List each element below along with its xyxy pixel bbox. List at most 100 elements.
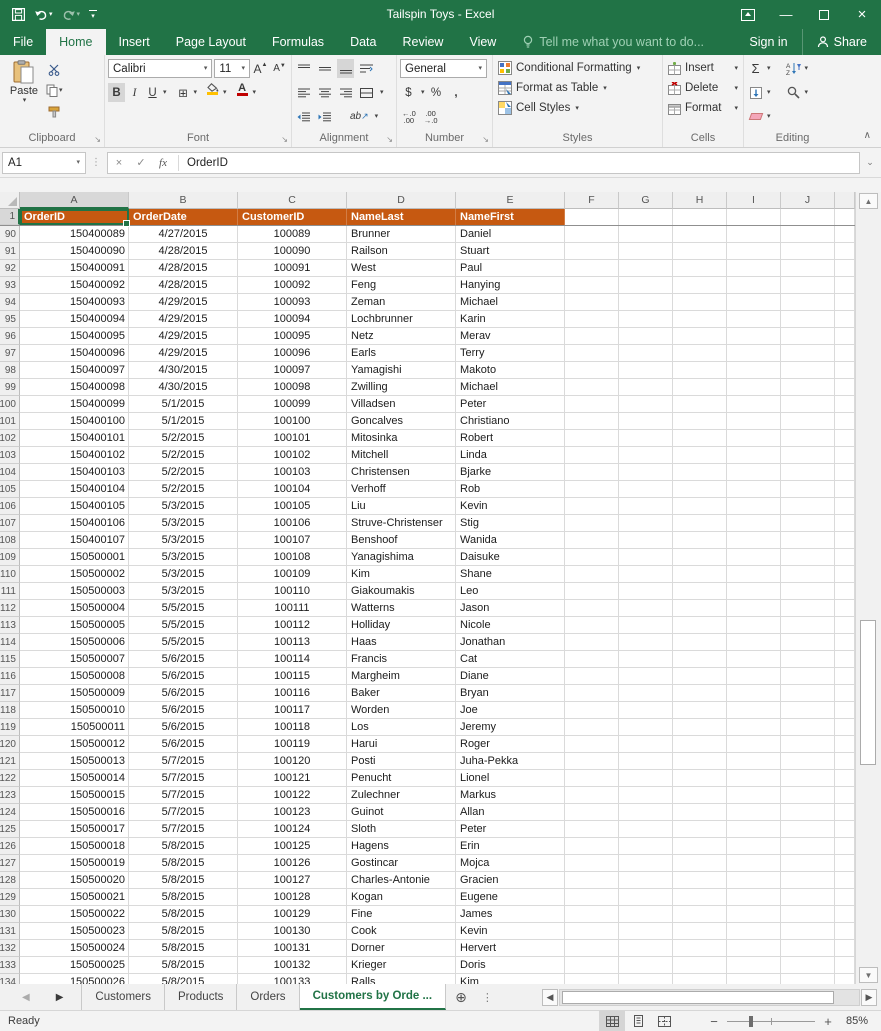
decrease-indent-button[interactable]: [295, 107, 312, 126]
top-align-button[interactable]: [295, 59, 312, 78]
cell[interactable]: [673, 379, 727, 396]
cell[interactable]: [781, 260, 835, 277]
cell[interactable]: 5/8/2015: [129, 974, 238, 984]
scroll-left-icon[interactable]: ◀: [542, 989, 558, 1006]
row-header-121[interactable]: 121: [0, 753, 20, 770]
sheet-tab-customers[interactable]: Customers: [81, 984, 165, 1010]
cell[interactable]: 5/2/2015: [129, 464, 238, 481]
cell[interactable]: [619, 396, 673, 413]
row-header-101[interactable]: 101: [0, 413, 20, 430]
column-header-I[interactable]: I: [727, 192, 781, 209]
cell[interactable]: [565, 702, 619, 719]
cell[interactable]: [673, 566, 727, 583]
cell[interactable]: [673, 362, 727, 379]
cell[interactable]: [619, 804, 673, 821]
cell[interactable]: [619, 498, 673, 515]
cell[interactable]: [727, 277, 781, 294]
cell[interactable]: 100128: [238, 889, 347, 906]
cell[interactable]: [727, 311, 781, 328]
cell[interactable]: [619, 702, 673, 719]
delete-cells-button[interactable]: Delete ▾: [666, 78, 740, 98]
cell[interactable]: [565, 260, 619, 277]
cell[interactable]: Christensen: [347, 464, 456, 481]
cell[interactable]: 100108: [238, 549, 347, 566]
cell[interactable]: [673, 549, 727, 566]
cell[interactable]: 100119: [238, 736, 347, 753]
cell[interactable]: [781, 685, 835, 702]
row-header-93[interactable]: 93: [0, 277, 20, 294]
cell[interactable]: Posti: [347, 753, 456, 770]
insert-function-button[interactable]: fx: [152, 157, 174, 169]
cell[interactable]: [619, 889, 673, 906]
cell[interactable]: [781, 719, 835, 736]
ribbon-tab-page-layout[interactable]: Page Layout: [163, 29, 259, 55]
cell[interactable]: [565, 328, 619, 345]
cell[interactable]: [619, 515, 673, 532]
cell[interactable]: [565, 447, 619, 464]
column-header-C[interactable]: C: [238, 192, 347, 209]
cell[interactable]: [673, 957, 727, 974]
cell[interactable]: Bjarke: [456, 464, 565, 481]
ribbon-tab-insert[interactable]: Insert: [106, 29, 163, 55]
cell[interactable]: Francis: [347, 651, 456, 668]
cell[interactable]: 4/29/2015: [129, 328, 238, 345]
row-header-133[interactable]: 133: [0, 957, 20, 974]
insert-cells-button[interactable]: Insert ▾: [666, 58, 740, 78]
cell[interactable]: Hanying: [456, 277, 565, 294]
cell[interactable]: [781, 447, 835, 464]
cell[interactable]: [565, 566, 619, 583]
row-header-125[interactable]: 125: [0, 821, 20, 838]
cancel-entry-icon[interactable]: ×: [108, 157, 130, 169]
fill-color-button[interactable]: [204, 83, 221, 102]
cell[interactable]: Watterns: [347, 600, 456, 617]
cell[interactable]: [619, 940, 673, 957]
cell[interactable]: [727, 566, 781, 583]
cell[interactable]: [619, 668, 673, 685]
cell[interactable]: [781, 311, 835, 328]
cell[interactable]: [619, 719, 673, 736]
cell[interactable]: [565, 379, 619, 396]
cell[interactable]: 100102: [238, 447, 347, 464]
cell[interactable]: [673, 226, 727, 243]
header-cell[interactable]: CustomerID: [238, 209, 347, 225]
cell[interactable]: [673, 736, 727, 753]
align-right-button[interactable]: [337, 83, 354, 102]
cell[interactable]: 100094: [238, 311, 347, 328]
cell[interactable]: Margheim: [347, 668, 456, 685]
cell[interactable]: Doris: [456, 957, 565, 974]
cell[interactable]: 5/8/2015: [129, 872, 238, 889]
wrap-text-button[interactable]: [358, 59, 375, 78]
cell[interactable]: [727, 464, 781, 481]
cell[interactable]: [781, 430, 835, 447]
font-name-combo[interactable]: Calibri▾: [108, 59, 212, 78]
cell[interactable]: [565, 855, 619, 872]
cut-button[interactable]: [45, 60, 64, 79]
increase-decimal-button[interactable]: ←.0.00: [400, 110, 418, 124]
cell[interactable]: Eugene: [456, 889, 565, 906]
cell[interactable]: 100113: [238, 634, 347, 651]
cell[interactable]: [619, 311, 673, 328]
row-header-134[interactable]: 134: [0, 974, 20, 984]
row-header-94[interactable]: 94: [0, 294, 20, 311]
cell[interactable]: [781, 396, 835, 413]
cell[interactable]: 5/8/2015: [129, 957, 238, 974]
cell[interactable]: 150500008: [20, 668, 129, 685]
cell[interactable]: Peter: [456, 396, 565, 413]
cell[interactable]: [619, 294, 673, 311]
cell[interactable]: [619, 532, 673, 549]
cell[interactable]: 100109: [238, 566, 347, 583]
row-header-95[interactable]: 95: [0, 311, 20, 328]
cell[interactable]: Hervert: [456, 940, 565, 957]
merge-dropdown-icon[interactable]: ▾: [380, 89, 384, 96]
cell[interactable]: [565, 430, 619, 447]
cell[interactable]: [673, 515, 727, 532]
cell[interactable]: [727, 379, 781, 396]
cell[interactable]: 150500003: [20, 583, 129, 600]
cell[interactable]: 100103: [238, 464, 347, 481]
cell[interactable]: Cook: [347, 923, 456, 940]
cell[interactable]: [781, 532, 835, 549]
cell[interactable]: [673, 889, 727, 906]
cell[interactable]: [565, 413, 619, 430]
borders-button[interactable]: ⊞: [175, 83, 192, 102]
cell[interactable]: [673, 464, 727, 481]
